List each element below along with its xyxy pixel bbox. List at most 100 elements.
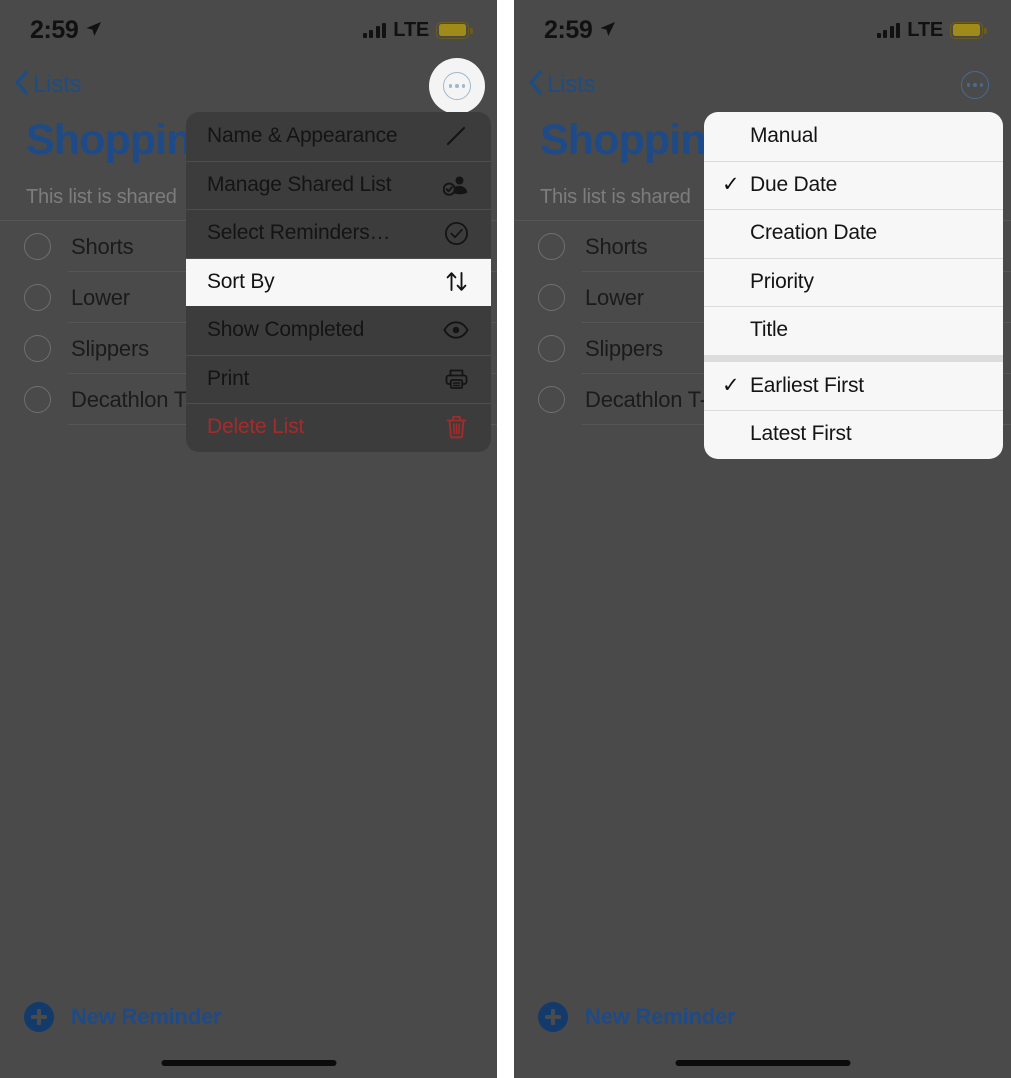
sort-by-menu: Manual ✓ Due Date Creation Date Priority… xyxy=(704,112,1003,459)
carrier-label: LTE xyxy=(393,18,429,41)
menu-item-manage-shared-list[interactable]: Manage Shared List xyxy=(186,160,491,210)
more-button[interactable] xyxy=(443,72,471,100)
panel-gutter xyxy=(497,0,514,1078)
reminder-title: Slippers xyxy=(585,335,663,361)
plus-circle-icon xyxy=(24,1002,54,1032)
nav-bar: Lists xyxy=(514,62,1011,108)
sort-option-priority[interactable]: Priority xyxy=(704,257,1003,307)
new-reminder-button[interactable]: New Reminder xyxy=(538,1002,736,1032)
status-time: 2:59 xyxy=(544,15,593,44)
menu-item-label: Print xyxy=(207,366,250,390)
shared-status-label: This list is shared xyxy=(26,186,177,208)
screenshot-panels: 2:59 LTE Lists Shopping This list is sha… xyxy=(0,0,1011,1078)
back-button[interactable]: Lists xyxy=(528,69,596,102)
back-button[interactable]: Lists xyxy=(14,69,82,102)
sort-option-title[interactable]: Title xyxy=(704,306,1003,355)
printer-icon xyxy=(443,366,469,392)
sort-option-label: Priority xyxy=(750,269,814,293)
sort-option-manual[interactable]: Manual xyxy=(704,112,1003,161)
home-indicator xyxy=(161,1060,336,1066)
menu-item-label: Delete List xyxy=(207,415,305,439)
sort-option-creation-date[interactable]: Creation Date xyxy=(704,209,1003,258)
menu-item-label: Sort By xyxy=(207,269,275,293)
back-button-label: Lists xyxy=(33,71,82,98)
status-bar: 2:59 LTE xyxy=(514,0,1011,60)
more-button[interactable] xyxy=(961,71,989,99)
sort-option-earliest-first[interactable]: ✓ Earliest First xyxy=(704,354,1003,411)
status-time-group: 2:59 xyxy=(544,16,616,45)
reminder-title: Shorts xyxy=(585,233,648,259)
page-title: Shopping xyxy=(540,116,732,164)
menu-item-delete-list[interactable]: Delete List xyxy=(186,403,491,452)
checkbox-circle-icon[interactable] xyxy=(538,386,565,413)
eye-icon xyxy=(443,317,469,343)
reminder-title: Shorts xyxy=(71,233,134,259)
shared-status-label: This list is shared xyxy=(540,186,691,208)
checkbox-circle-icon[interactable] xyxy=(538,233,565,260)
sort-option-label: Title xyxy=(750,318,788,342)
checkbox-circle-icon[interactable] xyxy=(538,335,565,362)
checkmark-circle-icon xyxy=(443,220,469,246)
checkmark-icon: ✓ xyxy=(722,173,740,197)
sort-option-latest-first[interactable]: Latest First xyxy=(704,410,1003,459)
ellipsis-dot-1 xyxy=(448,84,453,88)
home-indicator xyxy=(675,1060,850,1066)
phone-screen-left: 2:59 LTE Lists Shopping This list is sha… xyxy=(0,0,497,1078)
person-badge-icon xyxy=(443,172,469,198)
checkbox-circle-icon[interactable] xyxy=(24,233,51,260)
sort-option-label: Manual xyxy=(750,124,818,148)
location-arrow-icon xyxy=(599,16,616,45)
status-time-group: 2:59 xyxy=(30,16,102,45)
battery-icon xyxy=(436,21,473,39)
reminder-title: Slippers xyxy=(71,335,149,361)
checkmark-icon: ✓ xyxy=(722,374,740,398)
checkbox-circle-icon[interactable] xyxy=(24,386,51,413)
carrier-label: LTE xyxy=(907,18,943,41)
sort-option-due-date[interactable]: ✓ Due Date xyxy=(704,160,1003,210)
reminder-title: Lower xyxy=(585,284,644,310)
cellular-bars-icon xyxy=(362,22,387,38)
sort-option-label: Latest First xyxy=(750,422,852,446)
plus-circle-icon xyxy=(538,1002,568,1032)
cellular-bars-icon xyxy=(876,22,901,38)
menu-item-sort-by[interactable]: Sort By xyxy=(186,257,491,306)
chevron-left-icon xyxy=(528,69,543,102)
status-indicators: LTE xyxy=(362,18,473,42)
new-reminder-label: New Reminder xyxy=(585,1004,736,1029)
menu-item-show-completed[interactable]: Show Completed xyxy=(186,306,491,355)
status-time: 2:59 xyxy=(30,15,79,44)
phone-screen-right: 2:59 LTE Lists Shopping This list is sha… xyxy=(514,0,1011,1078)
ellipsis-dot-2 xyxy=(973,83,977,87)
sort-option-label: Creation Date xyxy=(750,221,877,245)
status-indicators: LTE xyxy=(876,18,987,42)
location-arrow-icon xyxy=(85,16,102,45)
ellipsis-dot-3 xyxy=(979,83,984,87)
new-reminder-label: New Reminder xyxy=(71,1004,222,1029)
sort-option-label: Earliest First xyxy=(750,373,864,397)
reminder-title: Lower xyxy=(71,284,130,310)
menu-item-select-reminders[interactable]: Select Reminders… xyxy=(186,209,491,258)
nav-bar: Lists xyxy=(0,62,497,108)
battery-icon xyxy=(950,21,987,39)
chevron-left-icon xyxy=(14,69,29,102)
sort-option-label: Due Date xyxy=(750,172,838,196)
ellipsis-dot-1 xyxy=(966,83,971,87)
list-options-context-menu: Name & Appearance Manage Shared List Sel… xyxy=(186,112,491,452)
status-bar: 2:59 LTE xyxy=(0,0,497,60)
ellipsis-dot-3 xyxy=(461,84,466,88)
new-reminder-button[interactable]: New Reminder xyxy=(24,1002,222,1032)
menu-item-label: Manage Shared List xyxy=(207,172,392,196)
pencil-icon xyxy=(443,123,469,149)
menu-item-name-appearance[interactable]: Name & Appearance xyxy=(186,112,491,161)
menu-item-label: Select Reminders… xyxy=(207,221,391,245)
menu-item-label: Show Completed xyxy=(207,318,365,342)
checkbox-circle-icon[interactable] xyxy=(538,284,565,311)
checkbox-circle-icon[interactable] xyxy=(24,335,51,362)
ellipsis-dot-2 xyxy=(455,84,459,88)
checkbox-circle-icon[interactable] xyxy=(24,284,51,311)
menu-item-label: Name & Appearance xyxy=(207,124,398,148)
arrow-up-arrow-down-icon xyxy=(443,269,469,295)
back-button-label: Lists xyxy=(547,71,596,98)
menu-item-print[interactable]: Print xyxy=(186,354,491,404)
trash-icon xyxy=(443,414,469,440)
